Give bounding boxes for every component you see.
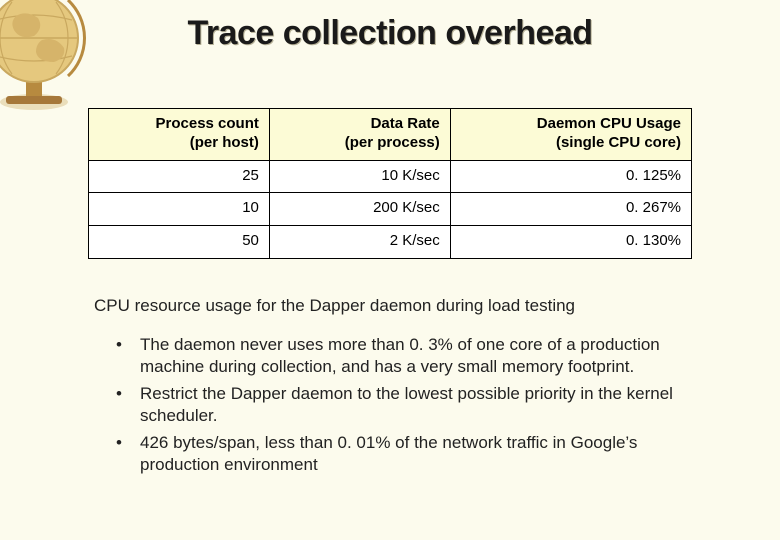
cell: 10	[89, 193, 270, 226]
col-header-line: Daemon CPU Usage	[537, 115, 681, 132]
col-header-data-rate: Data Rate (per process)	[269, 109, 450, 161]
cell: 0. 125%	[450, 160, 691, 193]
bullet-list: The daemon never uses more than 0. 3% of…	[114, 334, 674, 481]
data-table-container: Process count (per host) Data Rate (per …	[88, 108, 692, 259]
cell: 0. 130%	[450, 226, 691, 259]
slide-title: Trace collection overhead	[0, 14, 780, 53]
cell: 50	[89, 226, 270, 259]
bullet-item: The daemon never uses more than 0. 3% of…	[114, 334, 674, 379]
col-header-cpu-usage: Daemon CPU Usage (single CPU core)	[450, 109, 691, 161]
col-header-process-count: Process count (per host)	[89, 109, 270, 161]
table-row: 25 10 K/sec 0. 125%	[89, 160, 692, 193]
col-header-line: Process count	[156, 115, 259, 132]
col-header-line: (single CPU core)	[556, 134, 681, 151]
cell: 200 K/sec	[269, 193, 450, 226]
col-header-line: Data Rate	[371, 115, 440, 132]
data-table: Process count (per host) Data Rate (per …	[88, 108, 692, 259]
cell: 2 K/sec	[269, 226, 450, 259]
cell: 10 K/sec	[269, 160, 450, 193]
cell: 25	[89, 160, 270, 193]
table-caption: CPU resource usage for the Dapper daemon…	[94, 296, 694, 316]
bullet-item: Restrict the Dapper daemon to the lowest…	[114, 383, 674, 428]
table-header-row: Process count (per host) Data Rate (per …	[89, 109, 692, 161]
col-header-line: (per process)	[345, 134, 440, 151]
col-header-line: (per host)	[190, 134, 259, 151]
cell: 0. 267%	[450, 193, 691, 226]
table-row: 50 2 K/sec 0. 130%	[89, 226, 692, 259]
bullet-item: 426 bytes/span, less than 0. 01% of the …	[114, 432, 674, 477]
slide: Trace collection overhead Process count …	[0, 0, 780, 540]
table-row: 10 200 K/sec 0. 267%	[89, 193, 692, 226]
